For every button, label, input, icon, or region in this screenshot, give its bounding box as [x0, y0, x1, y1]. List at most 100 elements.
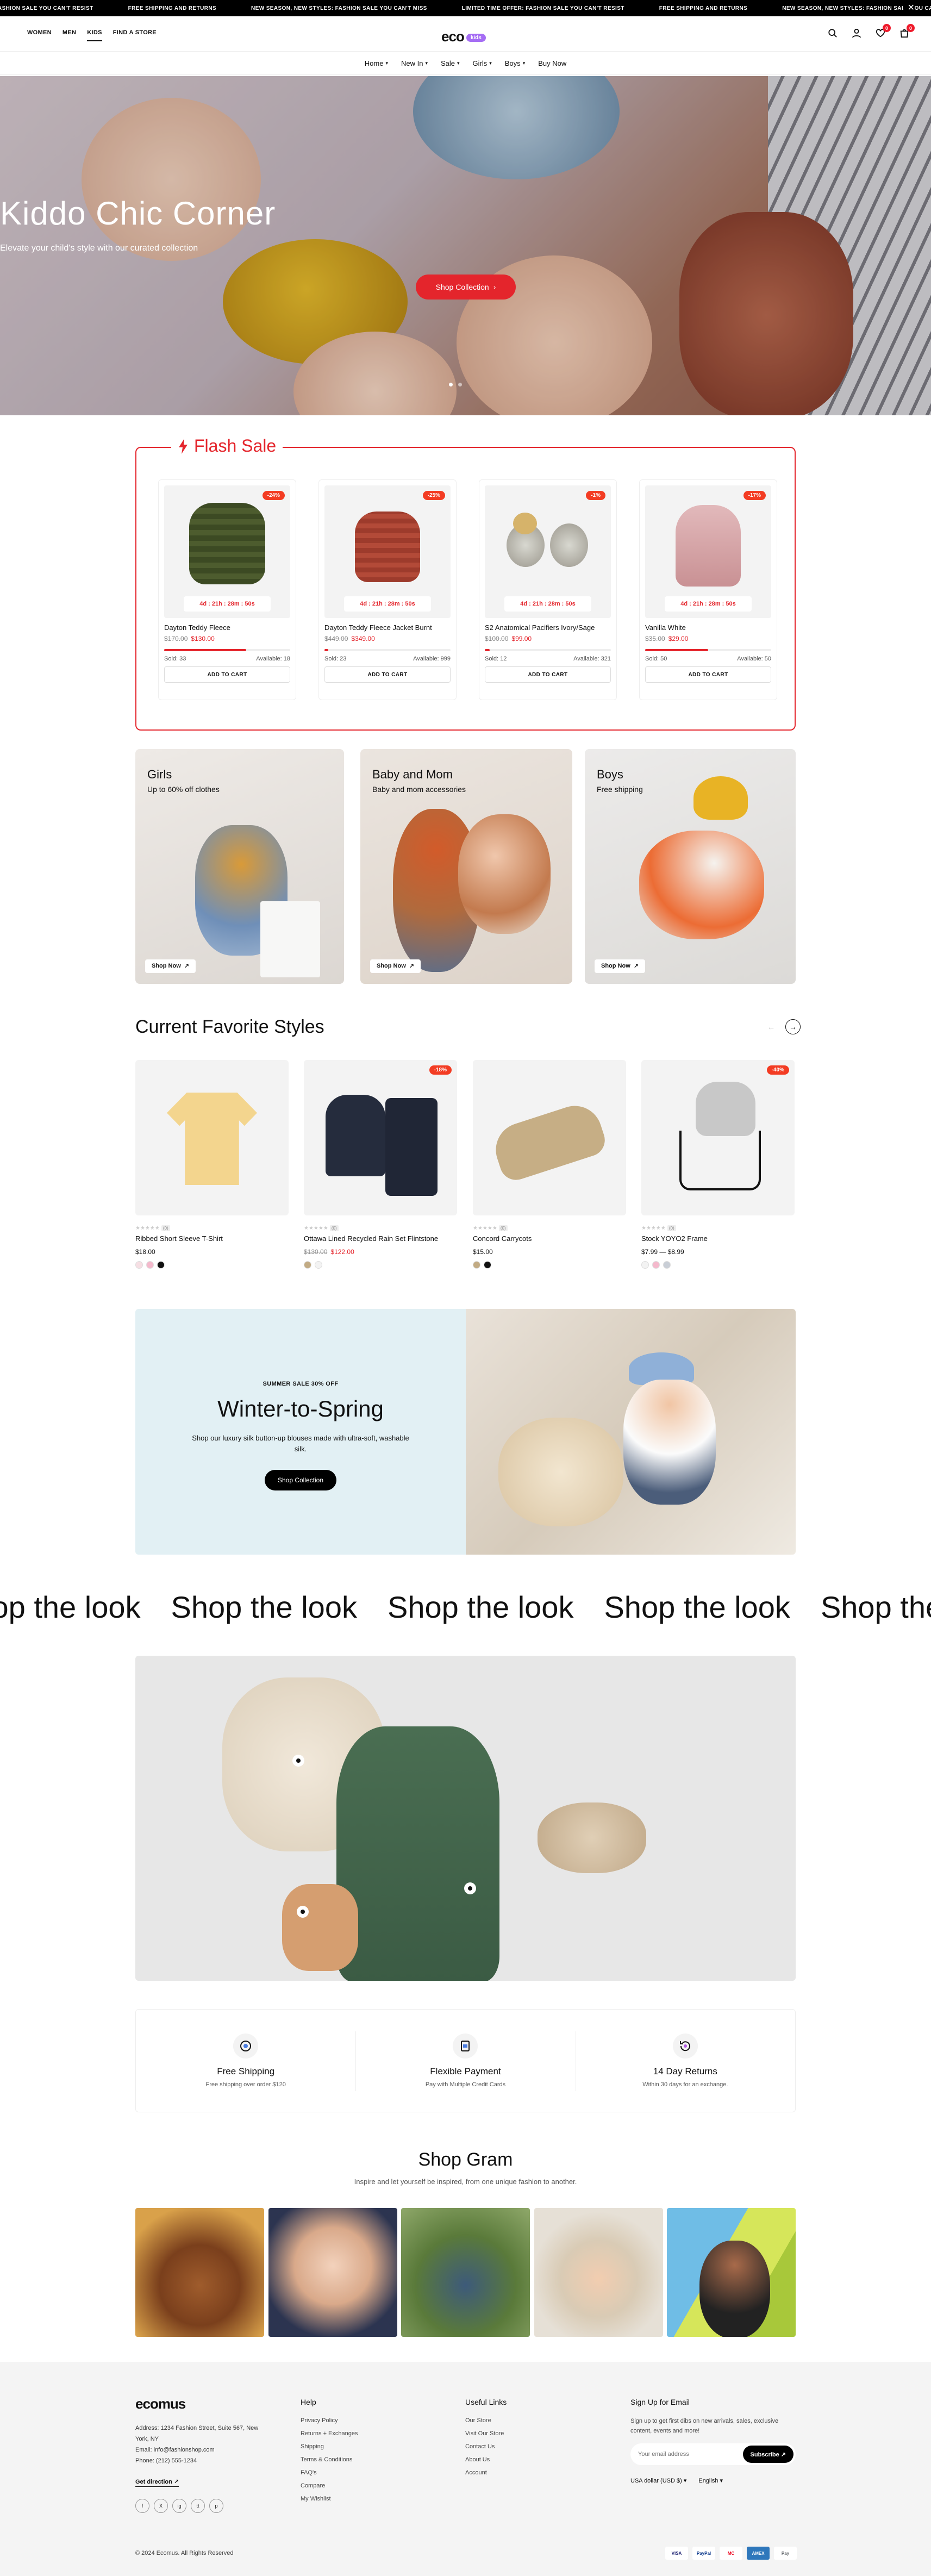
nav-home[interactable]: Home ▾: [365, 59, 388, 67]
category-boys[interactable]: Boys Free shipping Shop Now ↗: [585, 749, 796, 984]
product-image[interactable]: -1% 4d : 21h : 28m : 50s: [485, 485, 611, 618]
gram-photo-girl[interactable]: [268, 2208, 397, 2337]
top-nav-find-store[interactable]: FIND A STORE: [113, 29, 157, 41]
color-swatch[interactable]: [641, 1261, 649, 1269]
close-announcement-button[interactable]: ✕: [903, 3, 915, 13]
look-hotspot[interactable]: [297, 1906, 309, 1918]
product-card[interactable]: -18% ★★★★★ (0) Ottawa Lined Recycled Rain…: [304, 1060, 457, 1269]
color-swatch[interactable]: [157, 1261, 165, 1269]
product-image[interactable]: -17% 4d : 21h : 28m : 50s: [645, 485, 771, 618]
footer-link[interactable]: Compare: [301, 2483, 358, 2489]
product-card[interactable]: -40% ★★★★★ (0) Stock YOYO2 Frame $7.99 — …: [641, 1060, 795, 1269]
color-swatch[interactable]: [484, 1261, 491, 1269]
currency-select[interactable]: USA dollar (USD $) ▾: [630, 2477, 686, 2484]
footer-link[interactable]: Returns + Exchanges: [301, 2430, 358, 2437]
product-image[interactable]: [135, 1060, 289, 1215]
color-swatch[interactable]: [652, 1261, 660, 1269]
product-name[interactable]: Concord Carrycots: [473, 1234, 626, 1243]
product-name[interactable]: Vanilla White: [645, 623, 771, 632]
shop-now-button[interactable]: Shop Now ↗: [595, 959, 645, 973]
search-icon[interactable]: [827, 27, 839, 39]
hero-shop-collection-button[interactable]: Shop Collection ›: [416, 275, 516, 300]
product-image[interactable]: -25% 4d : 21h : 28m : 50s: [324, 485, 451, 618]
x-icon[interactable]: X: [154, 2499, 168, 2513]
look-hotspot[interactable]: [464, 1882, 476, 1894]
footer-link[interactable]: Account: [465, 2469, 507, 2476]
add-to-cart-button[interactable]: ADD TO CART: [164, 666, 290, 683]
footer-link[interactable]: Visit Our Store: [465, 2430, 507, 2437]
pinterest-icon[interactable]: p: [209, 2499, 223, 2513]
footer-link[interactable]: Shipping: [301, 2443, 358, 2450]
hero-dot[interactable]: [449, 383, 453, 386]
color-swatches: [641, 1261, 795, 1269]
product-name[interactable]: Dayton Teddy Fleece Jacket Burnt: [324, 623, 451, 632]
product-image[interactable]: -24% 4d : 21h : 28m : 50s: [164, 485, 290, 618]
product-image[interactable]: [473, 1060, 626, 1215]
top-nav-men[interactable]: MEN: [63, 29, 76, 41]
look-hotspot[interactable]: [292, 1755, 304, 1767]
product-name[interactable]: Dayton Teddy Fleece: [164, 623, 290, 632]
add-to-cart-button[interactable]: ADD TO CART: [645, 666, 771, 683]
wishlist-icon[interactable]: 0: [874, 24, 891, 39]
account-icon[interactable]: [851, 27, 863, 39]
flash-product-card[interactable]: -25% 4d : 21h : 28m : 50s Dayton Teddy F…: [318, 479, 457, 700]
flash-product-card[interactable]: -17% 4d : 21h : 28m : 50s Vanilla White …: [639, 479, 777, 700]
color-swatch[interactable]: [135, 1261, 143, 1269]
product-card[interactable]: ★★★★★ (0) Ribbed Short Sleeve T-Shirt $18…: [135, 1060, 289, 1269]
nav-new-in[interactable]: New In ▾: [401, 59, 428, 67]
category-baby-and-mom[interactable]: Baby and Mom Baby and mom accessories Sh…: [360, 749, 572, 984]
footer-link[interactable]: FAQ's: [301, 2469, 358, 2476]
top-nav-kids[interactable]: KIDS: [87, 29, 102, 41]
email-field[interactable]: [638, 2451, 730, 2458]
add-to-cart-button[interactable]: ADD TO CART: [324, 666, 451, 683]
product-image[interactable]: -40%: [641, 1060, 795, 1215]
arrow-left-icon[interactable]: ←: [764, 1019, 779, 1034]
hero-dot[interactable]: [458, 383, 462, 386]
nav-boys[interactable]: Boys ▾: [505, 59, 525, 67]
category-girls[interactable]: Girls Up to 60% off clothes Shop Now ↗: [135, 749, 344, 984]
color-swatch[interactable]: [473, 1261, 480, 1269]
instagram-icon[interactable]: ig: [172, 2499, 186, 2513]
tiktok-icon[interactable]: tt: [191, 2499, 205, 2513]
product-name[interactable]: Ottawa Lined Recycled Rain Set Flintston…: [304, 1234, 457, 1243]
cart-icon[interactable]: 0: [898, 24, 915, 39]
nav-sale[interactable]: Sale ▾: [441, 59, 460, 67]
add-to-cart-button[interactable]: ADD TO CART: [485, 666, 611, 683]
shop-now-button[interactable]: Shop Now ↗: [370, 959, 421, 973]
promo-shop-collection-button[interactable]: Shop Collection: [265, 1470, 336, 1490]
footer-link[interactable]: Privacy Policy: [301, 2417, 358, 2424]
facebook-icon[interactable]: f: [135, 2499, 149, 2513]
footer-logo[interactable]: ecomus: [135, 2396, 186, 2412]
footer-link[interactable]: About Us: [465, 2456, 507, 2463]
site-logo[interactable]: eco kids: [441, 28, 486, 45]
top-nav-women[interactable]: WOMEN: [27, 29, 52, 41]
product-name[interactable]: Stock YOYO2 Frame: [641, 1234, 795, 1243]
gram-photo-boy[interactable]: [667, 2208, 796, 2337]
nav-girls[interactable]: Girls ▾: [473, 59, 492, 67]
color-swatch[interactable]: [315, 1261, 322, 1269]
product-name[interactable]: S2 Anatomical Pacifiers Ivory/Sage: [485, 623, 611, 632]
footer-link[interactable]: Terms & Conditions: [301, 2456, 358, 2463]
footer-link[interactable]: Our Store: [465, 2417, 507, 2424]
gram-photo-shoe[interactable]: [135, 2208, 264, 2337]
get-direction-link[interactable]: Get direction ↗: [135, 2478, 179, 2487]
product-name[interactable]: Ribbed Short Sleeve T-Shirt: [135, 1234, 289, 1243]
flash-product-card[interactable]: -1% 4d : 21h : 28m : 50s S2 Anatomical P…: [479, 479, 617, 700]
gram-photo-kids-outdoors[interactable]: [401, 2208, 530, 2337]
shop-now-button[interactable]: Shop Now ↗: [145, 959, 196, 973]
flash-product-card[interactable]: -24% 4d : 21h : 28m : 50s Dayton Teddy F…: [158, 479, 296, 700]
footer-email[interactable]: Email: info@fashionshop.com: [135, 2444, 260, 2455]
footer-link[interactable]: My Wishlist: [301, 2496, 358, 2502]
arrow-right-icon[interactable]: →: [785, 1019, 801, 1034]
language-select[interactable]: English ▾: [698, 2477, 723, 2484]
color-swatch[interactable]: [146, 1261, 154, 1269]
subscribe-button[interactable]: Subscribe ↗: [742, 2446, 793, 2463]
footer-phone[interactable]: Phone: (212) 555-1234: [135, 2455, 260, 2466]
product-image[interactable]: -18%: [304, 1060, 457, 1215]
footer-link[interactable]: Contact Us: [465, 2443, 507, 2450]
nav-buy-now[interactable]: Buy Now: [538, 59, 566, 67]
color-swatch[interactable]: [304, 1261, 311, 1269]
product-card[interactable]: ★★★★★ (0) Concord Carrycots $15.00: [473, 1060, 626, 1269]
color-swatch[interactable]: [663, 1261, 671, 1269]
gram-photo-baby[interactable]: [534, 2208, 663, 2337]
